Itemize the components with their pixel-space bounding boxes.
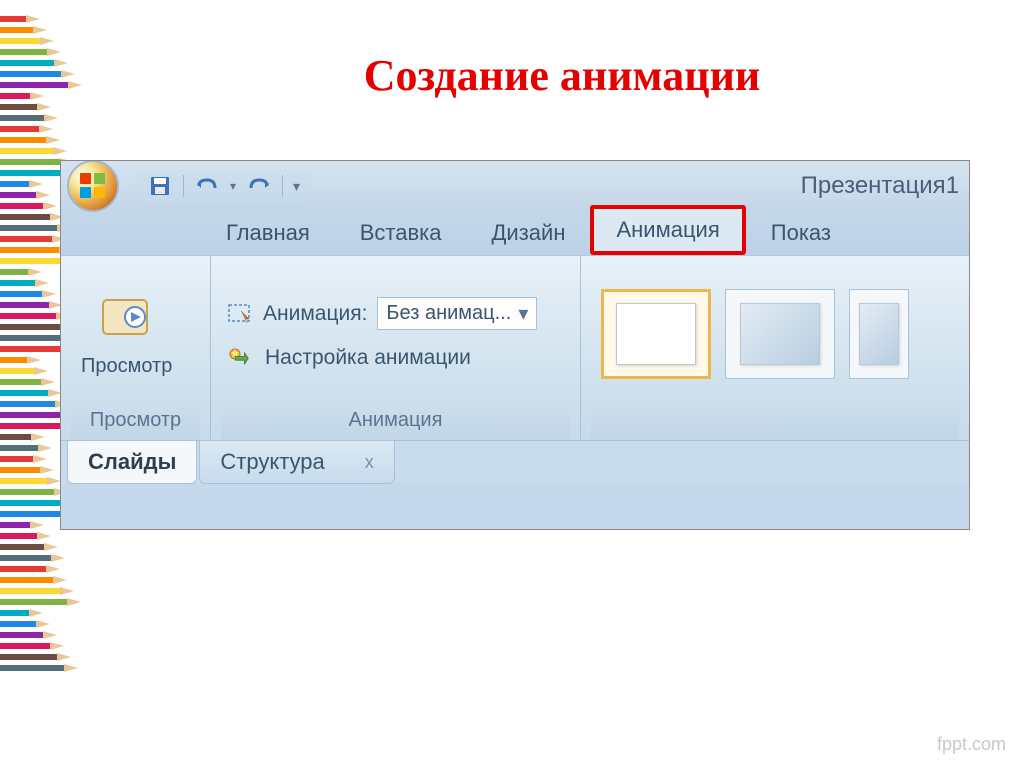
transition-gallery bbox=[591, 279, 919, 389]
animation-value: Без анимац... bbox=[386, 302, 511, 325]
tab-slides[interactable]: Слайды bbox=[67, 441, 197, 484]
animation-dropdown[interactable]: Без анимац... ▾ bbox=[377, 297, 537, 330]
tab-design[interactable]: Дизайн bbox=[467, 209, 591, 257]
undo-icon bbox=[195, 176, 219, 196]
custom-animation-label: Настройка анимации bbox=[265, 346, 471, 370]
ribbon-group-transitions bbox=[581, 256, 969, 440]
animation-label: Анимация: bbox=[263, 302, 367, 326]
watermark: fppt.com bbox=[937, 734, 1006, 755]
tab-slideshow[interactable]: Показ bbox=[746, 209, 856, 257]
group-label-animation: Анимация bbox=[221, 403, 570, 440]
save-icon bbox=[149, 175, 171, 197]
redo-button[interactable] bbox=[246, 173, 272, 199]
ribbon: Просмотр Просмотр Анимация: bbox=[61, 255, 969, 440]
ribbon-group-animation: Анимация: Без анимац... ▾ bbox=[211, 256, 581, 440]
redo-icon bbox=[247, 176, 271, 196]
close-icon[interactable]: x bbox=[365, 452, 374, 473]
tab-slides-label: Слайды bbox=[88, 449, 176, 475]
transition-item[interactable] bbox=[849, 289, 909, 379]
undo-dropdown-icon[interactable]: ▾ bbox=[230, 179, 236, 193]
pane-tabs: Слайды Структура x bbox=[61, 440, 969, 484]
custom-animation-button[interactable]: Настройка анимации bbox=[227, 346, 537, 370]
chevron-down-icon: ▾ bbox=[518, 301, 528, 326]
undo-button[interactable] bbox=[194, 173, 220, 199]
title-bar: ▾ ▾ Презентация1 bbox=[61, 161, 969, 211]
custom-animation-icon bbox=[227, 346, 255, 370]
quick-access-toolbar: ▾ ▾ bbox=[135, 170, 312, 202]
ribbon-tabs: Главная Вставка Дизайн Анимация Показ bbox=[61, 211, 969, 255]
office-button[interactable] bbox=[67, 160, 119, 212]
tab-insert[interactable]: Вставка bbox=[335, 209, 467, 257]
powerpoint-screenshot: ▾ ▾ Презентация1 Главная Вставка Дизайн … bbox=[60, 160, 970, 530]
separator bbox=[183, 175, 184, 197]
save-button[interactable] bbox=[147, 173, 173, 199]
group-label-transitions bbox=[591, 403, 959, 440]
office-logo-icon bbox=[78, 171, 108, 201]
tab-outline-label: Структура bbox=[220, 449, 324, 475]
transition-item[interactable] bbox=[725, 289, 835, 379]
tab-animation[interactable]: Анимация bbox=[590, 205, 745, 255]
group-label-preview: Просмотр bbox=[71, 403, 200, 440]
animation-selector-row: Анимация: Без анимац... ▾ bbox=[227, 297, 537, 330]
preview-label: Просмотр bbox=[81, 355, 172, 378]
preview-button[interactable]: Просмотр bbox=[71, 283, 182, 384]
window-title: Презентация1 bbox=[801, 172, 959, 200]
tab-outline[interactable]: Структура x bbox=[199, 441, 394, 484]
ribbon-group-preview: Просмотр Просмотр bbox=[61, 256, 211, 440]
transition-none[interactable] bbox=[601, 289, 711, 379]
separator bbox=[282, 175, 283, 197]
preview-icon bbox=[97, 289, 157, 349]
animation-select-icon bbox=[227, 303, 253, 325]
tab-home[interactable]: Главная bbox=[201, 209, 335, 257]
qat-customize-icon[interactable]: ▾ bbox=[293, 178, 300, 195]
slide-title: Создание анимации bbox=[140, 50, 984, 101]
